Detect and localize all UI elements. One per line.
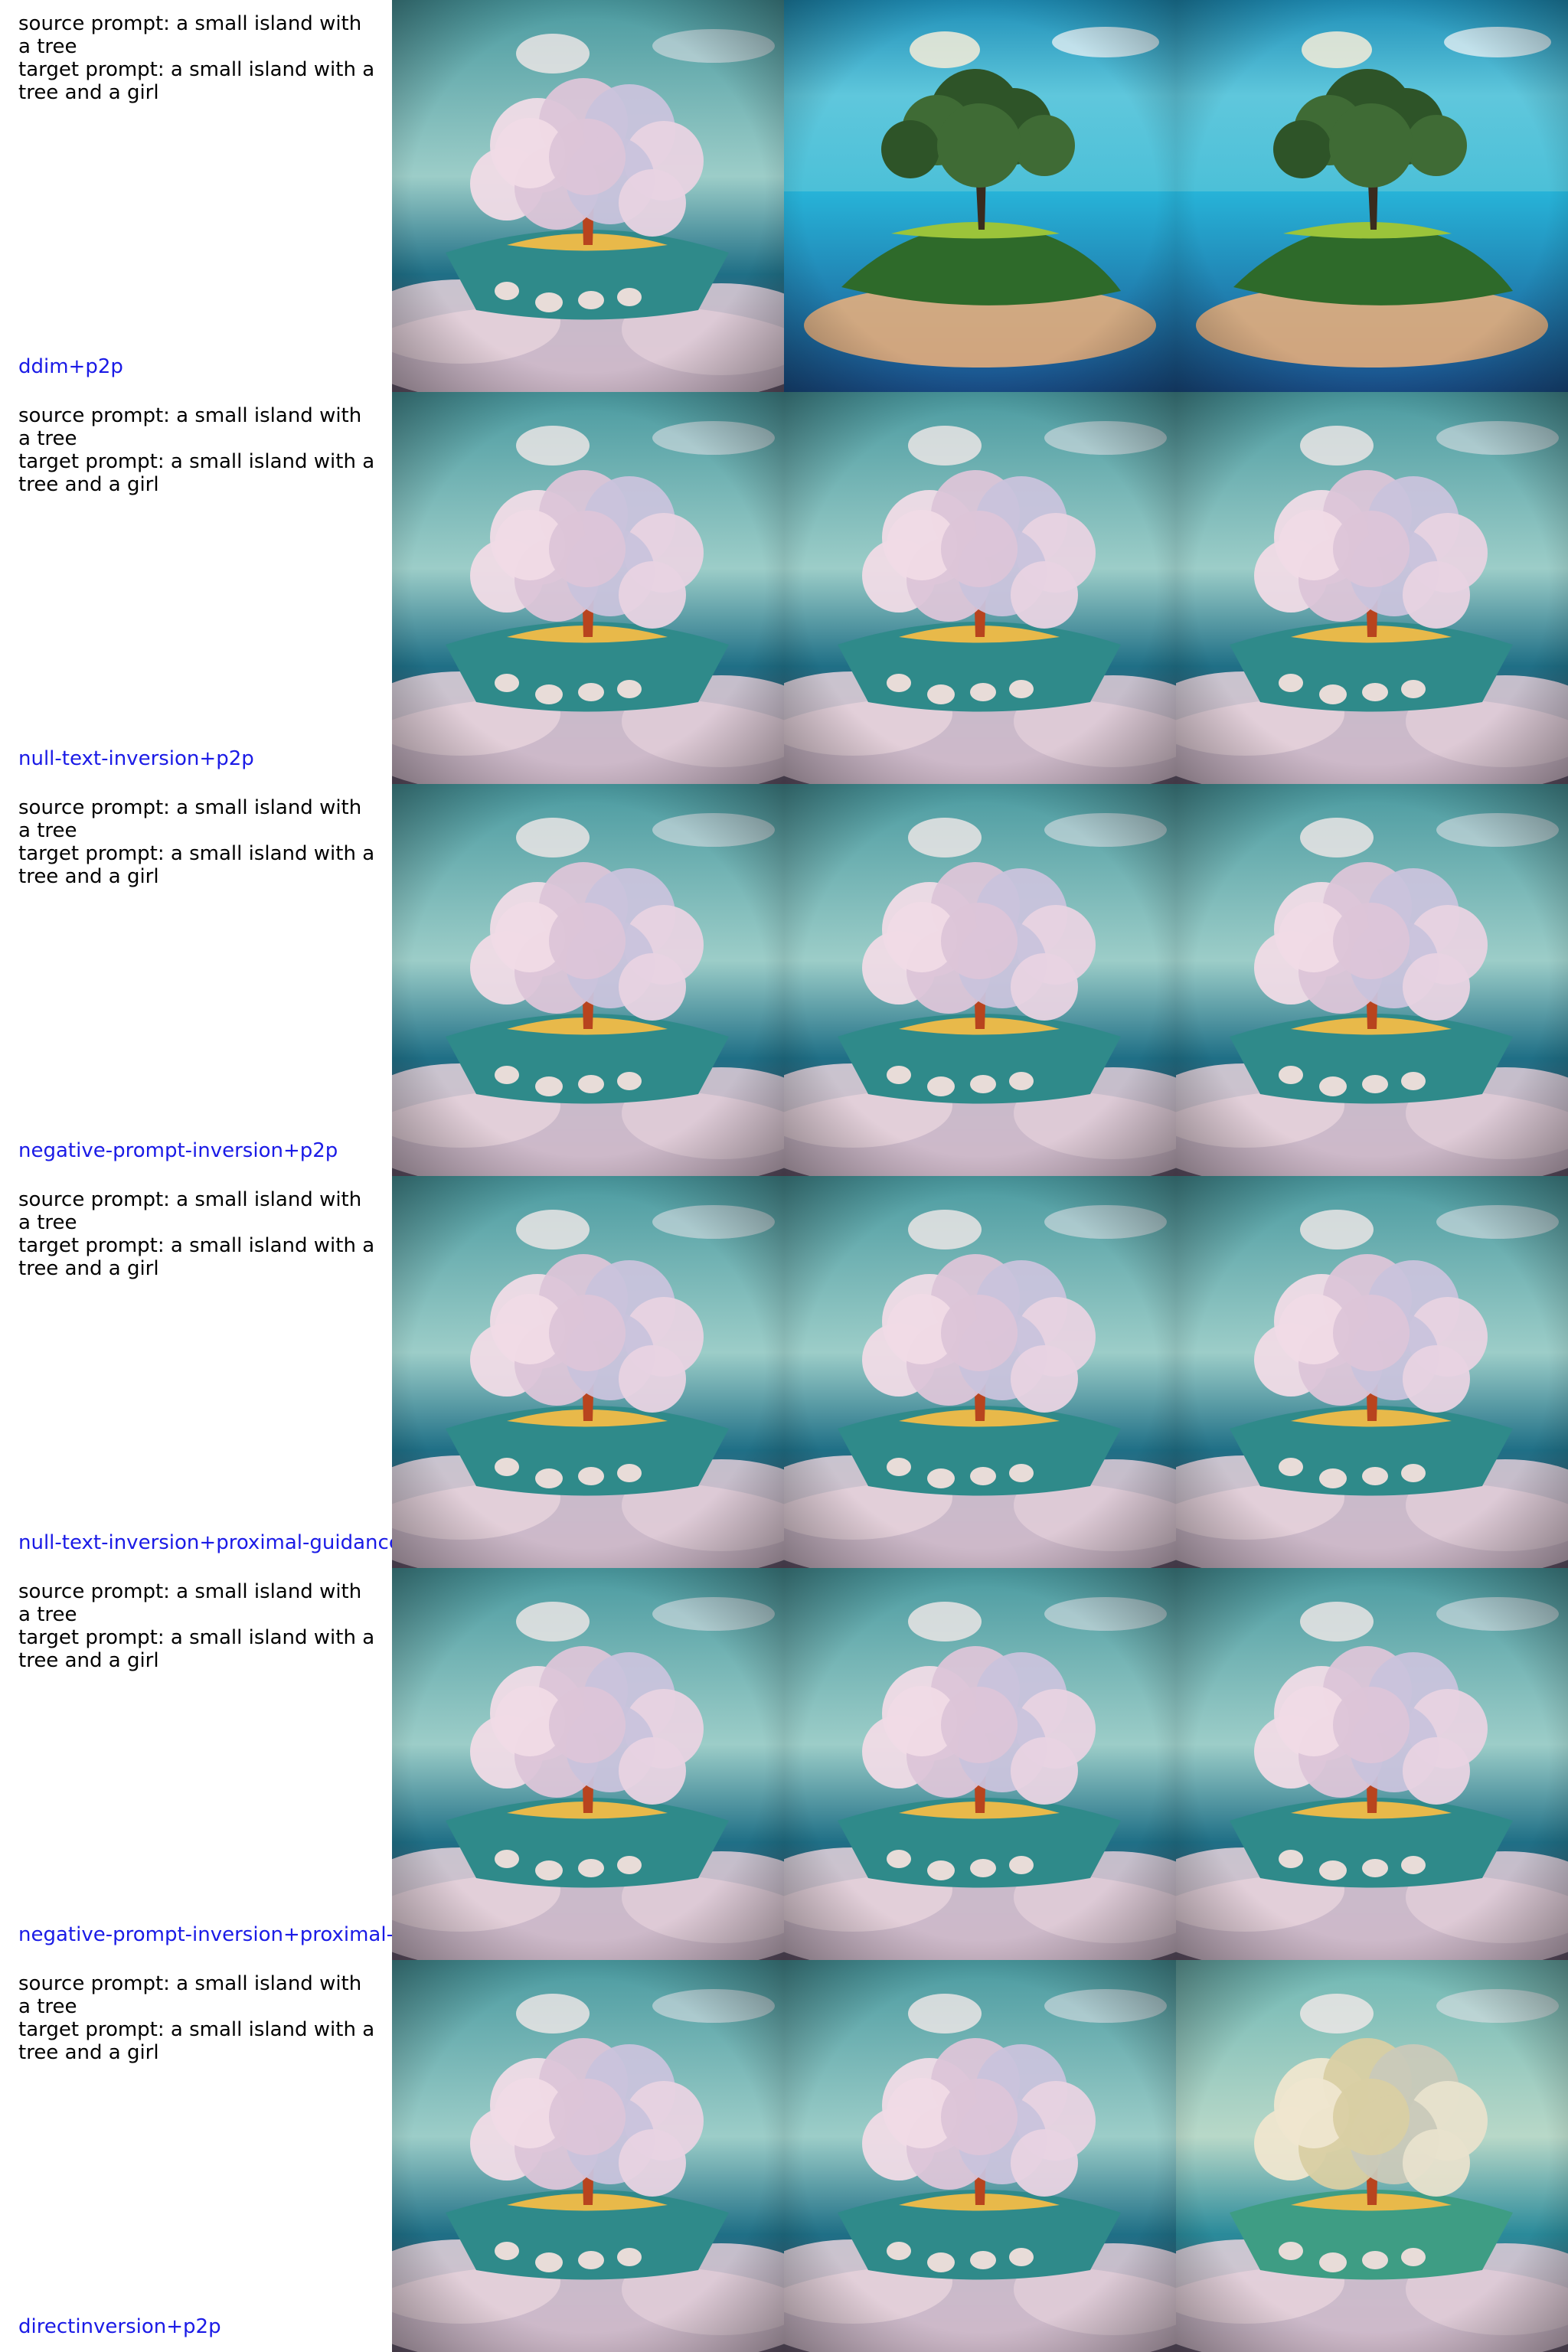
source-prompt: source prompt: a small island with a tre… [18,12,362,58]
target-prompt: target prompt: a small island with a tre… [18,58,375,104]
reconstruction-image [784,1960,1176,2352]
method-label: negative-prompt-inversion+proximal-g [18,1923,392,1946]
source-prompt: source prompt: a small island with a tre… [18,796,362,842]
edited-image [1176,1176,1568,1568]
prompt-text: source prompt: a small island with a tre… [18,1972,378,2064]
row-label-panel: source prompt: a small island with a tre… [0,1960,392,2352]
source-image [392,784,784,1176]
source-image [392,1960,784,2352]
method-row: source prompt: a small island with a tre… [0,1960,1568,2352]
source-image [392,1568,784,1960]
target-prompt: target prompt: a small island with a tre… [18,450,375,496]
method-row: source prompt: a small island with a tre… [0,1568,1568,1960]
edited-image [1176,0,1568,392]
target-prompt: target prompt: a small island with a tre… [18,2018,375,2064]
row-label-panel: source prompt: a small island with a tre… [0,1176,392,1568]
row-label-panel: source prompt: a small island with a tre… [0,1568,392,1960]
reconstruction-image [784,0,1176,392]
source-prompt: source prompt: a small island with a tre… [18,1188,362,1234]
row-label-panel: source prompt: a small island with a tre… [0,392,392,784]
method-row: source prompt: a small island with a tre… [0,0,1568,392]
source-image [392,392,784,784]
reconstruction-image [784,1568,1176,1960]
prompt-text: source prompt: a small island with a tre… [18,796,378,888]
source-image [392,1176,784,1568]
target-prompt: target prompt: a small island with a tre… [18,842,375,888]
method-label: null-text-inversion+proximal-guidance [18,1531,392,1554]
method-row: source prompt: a small island with a tre… [0,784,1568,1176]
row-label-panel: source prompt: a small island with a tre… [0,0,392,392]
method-label: negative-prompt-inversion+p2p [18,1139,338,1162]
method-label: directinversion+p2p [18,2315,221,2338]
source-image [392,0,784,392]
target-prompt: target prompt: a small island with a tre… [18,1234,375,1280]
prompt-text: source prompt: a small island with a tre… [18,12,378,104]
reconstruction-image [784,392,1176,784]
edited-image [1176,1568,1568,1960]
reconstruction-image [784,784,1176,1176]
edited-image [1176,1960,1568,2352]
source-prompt: source prompt: a small island with a tre… [18,404,362,450]
target-prompt: target prompt: a small island with a tre… [18,1626,375,1672]
reconstruction-image [784,1176,1176,1568]
method-row: source prompt: a small island with a tre… [0,1176,1568,1568]
source-prompt: source prompt: a small island with a tre… [18,1972,362,2018]
method-label: null-text-inversion+p2p [18,747,254,770]
prompt-text: source prompt: a small island with a tre… [18,1188,378,1280]
edited-image [1176,392,1568,784]
method-label: ddim+p2p [18,355,123,378]
row-label-panel: source prompt: a small island with a tre… [0,784,392,1176]
method-row: source prompt: a small island with a tre… [0,392,1568,784]
comparison-grid: source prompt: a small island with a tre… [0,0,1568,2352]
source-prompt: source prompt: a small island with a tre… [18,1580,362,1626]
edited-image [1176,784,1568,1176]
prompt-text: source prompt: a small island with a tre… [18,1580,378,1672]
prompt-text: source prompt: a small island with a tre… [18,404,378,496]
